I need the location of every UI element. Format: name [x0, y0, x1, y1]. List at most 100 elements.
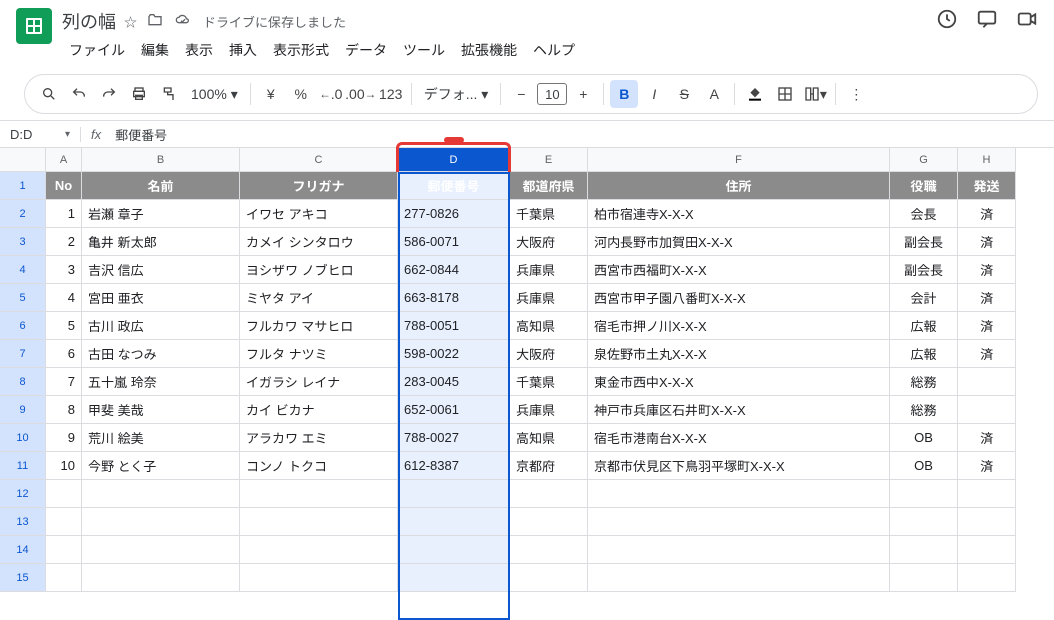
cell[interactable]: 大阪府 — [510, 228, 588, 256]
cell[interactable]: 2 — [46, 228, 82, 256]
cell[interactable]: 五十嵐 玲奈 — [82, 368, 240, 396]
cell[interactable] — [398, 480, 510, 508]
formula-bar[interactable]: 郵便番号 — [111, 125, 167, 144]
cell[interactable]: 兵庫県 — [510, 256, 588, 284]
cell[interactable]: 済 — [958, 284, 1016, 312]
cell[interactable] — [510, 480, 588, 508]
cell[interactable]: 9 — [46, 424, 82, 452]
cell[interactable]: 古川 政広 — [82, 312, 240, 340]
redo-icon[interactable] — [95, 80, 123, 108]
cell[interactable]: 今野 とく子 — [82, 452, 240, 480]
cell[interactable]: 4 — [46, 284, 82, 312]
cell[interactable]: 荒川 絵美 — [82, 424, 240, 452]
menu-view[interactable]: 表示 — [178, 36, 220, 64]
menu-help[interactable]: ヘルプ — [526, 36, 582, 64]
cell[interactable]: フルタ ナツミ — [240, 340, 398, 368]
cell[interactable]: 788-0027 — [398, 424, 510, 452]
more-button[interactable]: ⋮ — [842, 80, 870, 108]
cell[interactable] — [588, 508, 890, 536]
cell[interactable]: 神戸市兵庫区石井町X-X-X — [588, 396, 890, 424]
cell[interactable]: 済 — [958, 452, 1016, 480]
row-header[interactable]: 15 — [0, 564, 46, 592]
cell[interactable]: 652-0061 — [398, 396, 510, 424]
cell[interactable]: 277-0826 — [398, 200, 510, 228]
row-header[interactable]: 11 — [0, 452, 46, 480]
cell[interactable] — [82, 536, 240, 564]
cell[interactable]: コンノ トクコ — [240, 452, 398, 480]
cell[interactable]: 古田 なつみ — [82, 340, 240, 368]
cell[interactable] — [958, 396, 1016, 424]
cell[interactable]: OB — [890, 452, 958, 480]
cell[interactable]: 会計 — [890, 284, 958, 312]
cell[interactable]: 広報 — [890, 312, 958, 340]
col-header-E[interactable]: E — [510, 148, 588, 172]
cell[interactable]: イガラシ レイナ — [240, 368, 398, 396]
cell[interactable] — [958, 508, 1016, 536]
cell[interactable] — [890, 564, 958, 592]
cell[interactable]: 7 — [46, 368, 82, 396]
meet-icon[interactable] — [1016, 8, 1038, 36]
cell[interactable]: 河内長野市加賀田X-X-X — [588, 228, 890, 256]
cell[interactable] — [240, 480, 398, 508]
paint-format-icon[interactable] — [155, 80, 183, 108]
cell[interactable] — [82, 480, 240, 508]
cell[interactable]: アラカワ エミ — [240, 424, 398, 452]
row-header[interactable]: 2 — [0, 200, 46, 228]
cell[interactable]: OB — [890, 424, 958, 452]
row-header[interactable]: 4 — [0, 256, 46, 284]
cell[interactable]: 西宮市甲子園八番町X-X-X — [588, 284, 890, 312]
borders-button[interactable] — [771, 80, 799, 108]
cell[interactable]: 6 — [46, 340, 82, 368]
cell[interactable]: イワセ アキコ — [240, 200, 398, 228]
cell[interactable]: 283-0045 — [398, 368, 510, 396]
cell[interactable]: 598-0022 — [398, 340, 510, 368]
dec-decimal-button[interactable]: ←.0 — [317, 80, 345, 108]
fill-color-button[interactable] — [741, 80, 769, 108]
menu-tools[interactable]: ツール — [396, 36, 452, 64]
cell[interactable]: 兵庫県 — [510, 284, 588, 312]
col-header-C[interactable]: C — [240, 148, 398, 172]
cell[interactable]: 副会長 — [890, 256, 958, 284]
cell[interactable]: ミヤタ アイ — [240, 284, 398, 312]
row-header[interactable]: 14 — [0, 536, 46, 564]
cell[interactable] — [510, 536, 588, 564]
italic-button[interactable]: I — [640, 80, 668, 108]
cell[interactable]: 京都市伏見区下鳥羽平塚町X-X-X — [588, 452, 890, 480]
select-all-corner[interactable] — [0, 148, 46, 172]
row-header[interactable]: 12 — [0, 480, 46, 508]
name-box[interactable]: D:D▾ — [0, 127, 80, 142]
cell[interactable] — [240, 536, 398, 564]
cell[interactable]: 西宮市西福町X-X-X — [588, 256, 890, 284]
cell[interactable]: 東金市西中X-X-X — [588, 368, 890, 396]
cell[interactable] — [958, 368, 1016, 396]
cell[interactable] — [958, 564, 1016, 592]
zoom-select[interactable]: 100% ▾ — [185, 86, 244, 103]
cell[interactable]: ヨシザワ ノブヒロ — [240, 256, 398, 284]
cell[interactable]: 済 — [958, 312, 1016, 340]
cell[interactable]: 宿毛市港南台X-X-X — [588, 424, 890, 452]
header-postal[interactable]: 郵便番号 — [398, 172, 510, 200]
cell[interactable]: 済 — [958, 228, 1016, 256]
cell[interactable] — [46, 536, 82, 564]
cell[interactable] — [240, 564, 398, 592]
cell[interactable]: 高知県 — [510, 424, 588, 452]
cell[interactable]: 1 — [46, 200, 82, 228]
move-icon[interactable] — [147, 12, 163, 31]
bold-button[interactable]: B — [610, 80, 638, 108]
cell[interactable] — [82, 508, 240, 536]
undo-icon[interactable] — [65, 80, 93, 108]
cell[interactable]: 宿毛市押ノ川X-X-X — [588, 312, 890, 340]
row-header[interactable]: 5 — [0, 284, 46, 312]
cell[interactable]: 高知県 — [510, 312, 588, 340]
menu-extensions[interactable]: 拡張機能 — [454, 36, 524, 64]
strike-button[interactable]: S — [670, 80, 698, 108]
cell[interactable]: 総務 — [890, 396, 958, 424]
cell[interactable]: カメイ シンタロウ — [240, 228, 398, 256]
cell[interactable] — [890, 508, 958, 536]
font-size-input[interactable]: 10 — [537, 83, 567, 105]
cell[interactable]: 千葉県 — [510, 200, 588, 228]
cell[interactable]: 京都府 — [510, 452, 588, 480]
cell[interactable]: 泉佐野市土丸X-X-X — [588, 340, 890, 368]
cell[interactable] — [510, 508, 588, 536]
cell[interactable]: 済 — [958, 200, 1016, 228]
